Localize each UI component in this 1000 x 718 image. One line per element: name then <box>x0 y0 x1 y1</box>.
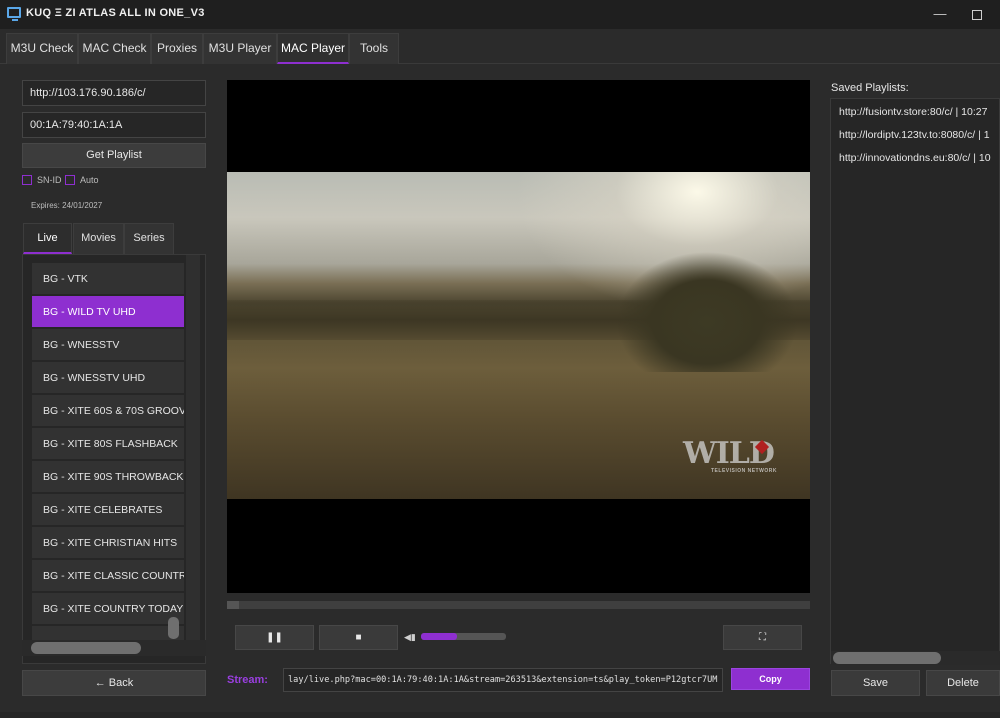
title-bar: KUQ Ξ ZI ATLAS ALL IN ONE_V3 — <box>0 0 1000 29</box>
checkbox-box <box>65 175 75 185</box>
saved-playlists-label: Saved Playlists: <box>831 82 909 94</box>
maximize-button[interactable] <box>962 4 992 24</box>
channel-item-selected[interactable]: BG - WILD TV UHD <box>32 296 184 328</box>
tab-mac-player[interactable]: MAC Player <box>277 33 349 64</box>
seek-bar-fill <box>227 601 239 609</box>
tab-tools[interactable]: Tools <box>349 33 399 64</box>
playlist-item[interactable]: http://fusiontv.store:80/c/ | 10:27 <box>839 106 987 118</box>
tab-mac-check[interactable]: MAC Check <box>78 33 151 64</box>
channel-item[interactable]: BG - XITE CHRISTIAN HITS <box>32 527 184 559</box>
channel-item[interactable]: BG - XITE 90S THROWBACK <box>32 461 184 493</box>
volume-slider[interactable] <box>421 633 506 640</box>
tab-movies[interactable]: Movies <box>73 223 124 254</box>
horizontal-scroll-thumb[interactable] <box>833 652 941 664</box>
channel-logo-subtext: TELEVISION NETWORK <box>711 468 777 474</box>
channel-item[interactable]: BG - WNESSTV <box>32 329 184 361</box>
playlist-item[interactable]: http://lordiptv.123tv.to:8080/c/ | 1 <box>839 129 990 141</box>
stop-button[interactable]: ■ <box>319 625 398 650</box>
checkbox-box <box>22 175 32 185</box>
back-button[interactable]: ← Back <box>22 670 206 696</box>
tree-cluster <box>607 252 810 372</box>
vertical-scroll-thumb[interactable] <box>168 617 179 639</box>
channel-item[interactable]: BG - WNESSTV UHD <box>32 362 184 394</box>
video-frame: WILD TELEVISION NETWORK <box>227 172 810 499</box>
minimize-button[interactable]: — <box>925 4 955 24</box>
monitor-icon <box>7 7 21 21</box>
auto-label: Auto <box>80 175 99 185</box>
channel-list-vscroll[interactable] <box>186 255 200 645</box>
playlist-item[interactable]: http://innovationdns.eu:80/c/ | 10 <box>839 152 991 164</box>
tab-m3u-check[interactable]: M3U Check <box>6 33 78 64</box>
horizontal-scroll-thumb[interactable] <box>31 642 141 654</box>
speaker-icon: ◀▮ <box>404 632 416 642</box>
channel-item[interactable]: BG - VTK <box>32 263 184 295</box>
tab-proxies[interactable]: Proxies <box>151 33 203 64</box>
auto-checkbox[interactable]: Auto <box>65 175 99 185</box>
snid-label: SN-ID <box>37 175 62 185</box>
expires-text: Expires: 24/01/2027 <box>31 201 103 210</box>
maximize-icon <box>972 9 982 20</box>
mac-input[interactable]: 00:1A:79:40:1A:1A <box>22 112 206 138</box>
stream-label: Stream: <box>227 674 268 686</box>
save-button[interactable]: Save <box>831 670 920 696</box>
tab-live[interactable]: Live <box>23 223 72 254</box>
channel-item[interactable]: BG - XITE CLASSIC COUNTRY <box>32 560 184 592</box>
tab-series[interactable]: Series <box>124 223 174 254</box>
channel-list[interactable]: BG - VTK BG - WILD TV UHD BG - WNESSTV B… <box>22 254 206 664</box>
fullscreen-button[interactable]: ⛶ <box>723 625 802 650</box>
channel-item[interactable]: BG - XITE CELEBRATES <box>32 494 184 526</box>
delete-button[interactable]: Delete <box>926 670 1000 696</box>
copy-button[interactable]: Copy <box>731 668 810 690</box>
window-bottom-edge <box>0 712 1000 718</box>
stream-url-field[interactable]: lay/live.php?mac=00:1A:79:40:1A:1A&strea… <box>283 668 723 692</box>
url-input[interactable]: http://103.176.90.186/c/ <box>22 80 206 106</box>
seek-bar[interactable] <box>227 601 810 609</box>
left-panel: http://103.176.90.186/c/ 00:1A:79:40:1A:… <box>9 64 216 712</box>
pause-button[interactable]: ❚❚ <box>235 625 314 650</box>
get-playlist-button[interactable]: Get Playlist <box>22 143 206 168</box>
saved-playlists-list[interactable]: http://fusiontv.store:80/c/ | 10:27 http… <box>830 98 1000 664</box>
window-title: KUQ Ξ ZI ATLAS ALL IN ONE_V3 <box>26 7 205 19</box>
channel-item[interactable]: BG - XITE 60S & 70S GROOVE <box>32 395 184 427</box>
video-player[interactable]: WILD TELEVISION NETWORK <box>227 80 810 593</box>
snid-checkbox[interactable]: SN-ID <box>22 175 62 185</box>
channel-item[interactable]: BG - XITE 80S FLASHBACK <box>32 428 184 460</box>
main-tabs: M3U Check MAC Check Proxies M3U Player M… <box>0 29 1000 64</box>
tab-m3u-player[interactable]: M3U Player <box>203 33 277 64</box>
volume-slider-fill <box>421 633 457 640</box>
channel-item[interactable]: BG - XITE COUNTRY TODAY <box>32 593 184 625</box>
